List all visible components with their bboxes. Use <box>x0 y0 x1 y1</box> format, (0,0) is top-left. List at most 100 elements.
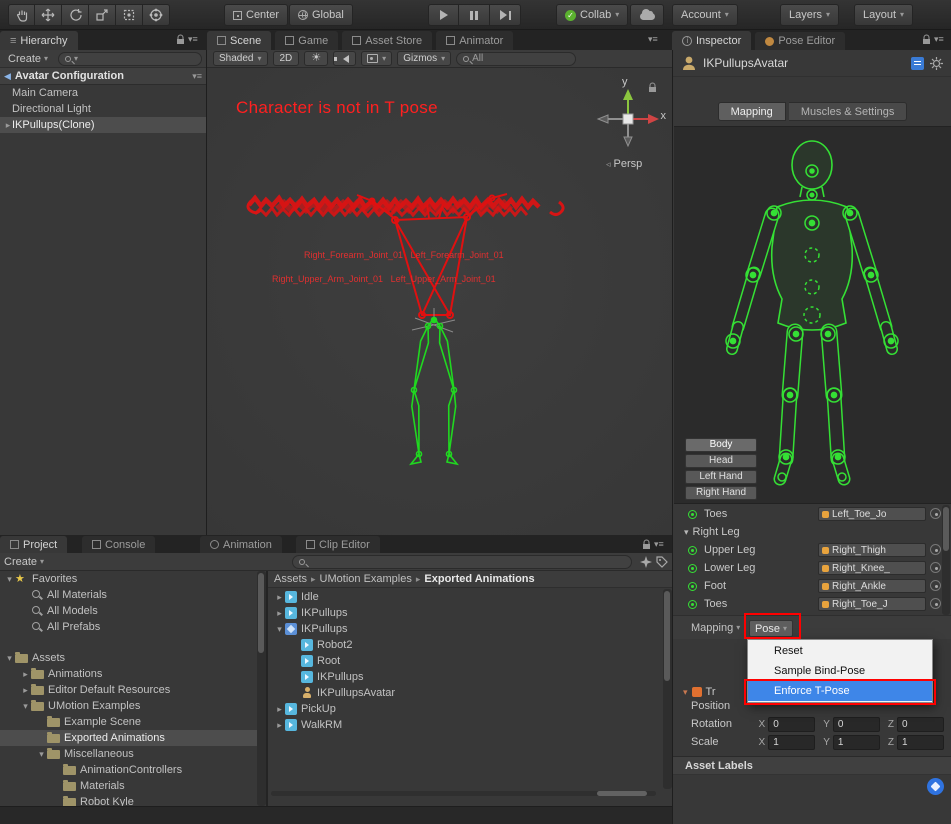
scene-viewport[interactable]: Character is not in T pose Right_Forearm… <box>207 68 672 535</box>
tree-item[interactable]: All Prefabs <box>0 619 257 635</box>
open-asset-icon[interactable] <box>911 57 924 70</box>
x-axis-label[interactable]: x <box>661 110 667 122</box>
move-tool-button[interactable] <box>35 4 62 26</box>
hierarchy-item[interactable]: Main Camera <box>0 85 206 101</box>
search-by-label-icon[interactable] <box>656 556 668 568</box>
cloud-button[interactable] <box>630 4 664 26</box>
tree-item[interactable]: Animations <box>0 666 257 682</box>
tree-item[interactable]: Assets <box>0 650 257 666</box>
bone-object-field[interactable]: Right_Thigh <box>818 543 926 557</box>
pose-dropdown-button[interactable]: Pose ▾ <box>749 620 793 637</box>
file-item[interactable]: IKPullupsAvatar <box>270 685 663 701</box>
expand-arrow-icon[interactable] <box>20 685 31 696</box>
menu-item[interactable]: Enforce T-Pose <box>748 681 932 701</box>
tree-item[interactable]: Favorites <box>0 571 257 587</box>
rotation-z-field[interactable]: 0 <box>897 717 944 732</box>
file-item[interactable]: PickUp <box>270 701 663 717</box>
panel-menu-icon[interactable]: ▾≡ <box>654 539 664 550</box>
expand-arrow-icon[interactable] <box>20 669 31 680</box>
audio-toggle[interactable] <box>333 51 356 66</box>
rotate-tool-button[interactable] <box>62 4 89 26</box>
create-dropdown[interactable]: Create ▾ <box>0 556 48 568</box>
menu-item[interactable]: Sample Bind-Pose <box>748 661 932 681</box>
hierarchy-search-input[interactable]: ▾ <box>58 52 202 66</box>
view-tab[interactable]: Asset Store <box>342 31 432 50</box>
object-picker-icon[interactable] <box>930 562 941 573</box>
avatar-body-map[interactable]: Body Head Left Hand Right Hand <box>674 126 951 504</box>
breadcrumb-root[interactable]: Assets <box>274 573 307 585</box>
play-button[interactable] <box>428 4 459 26</box>
expand-arrow-icon[interactable] <box>36 749 47 760</box>
slider-thumb[interactable] <box>597 791 647 796</box>
file-item[interactable]: IKPullups <box>270 669 663 685</box>
tree-item[interactable]: Example Scene <box>0 714 257 730</box>
expand-arrow-icon[interactable] <box>274 608 285 619</box>
file-item[interactable]: IKPullups <box>270 621 663 637</box>
tab-inspector[interactable]: Inspector <box>672 31 751 50</box>
expand-arrow-icon[interactable] <box>4 574 15 585</box>
gizmos-dropdown[interactable]: Gizmos ▾ <box>397 51 451 66</box>
panel-menu-icon[interactable]: ▾≡ <box>934 34 944 45</box>
layers-dropdown[interactable]: Layers ▾ <box>780 4 839 26</box>
tree-item[interactable]: Editor Default Resources <box>0 682 257 698</box>
rotation-x-field[interactable]: 0 <box>768 717 815 732</box>
project-search-input[interactable] <box>292 555 632 569</box>
file-item[interactable]: WalkRM <box>270 717 663 733</box>
scrollbar-thumb[interactable] <box>664 591 670 681</box>
back-arrow-icon[interactable]: ◀ <box>4 71 11 82</box>
mapping-dropdown[interactable]: Mapping ▾ <box>691 622 740 634</box>
scrollbar-thumb[interactable] <box>943 507 949 551</box>
view-tab[interactable]: Scene <box>207 31 271 50</box>
breadcrumb-leaf[interactable]: Exported Animations <box>424 573 534 585</box>
tab-console[interactable]: Console <box>82 536 155 553</box>
account-dropdown[interactable]: Account ▾ <box>672 4 738 26</box>
lock-icon[interactable] <box>642 539 651 550</box>
layout-dropdown[interactable]: Layout ▾ <box>854 4 913 26</box>
file-item[interactable]: Root <box>270 653 663 669</box>
panel-splitter[interactable] <box>266 571 268 824</box>
panel-menu-icon[interactable]: ▾≡ <box>192 71 202 82</box>
tree-item[interactable]: UMotion Examples <box>0 698 257 714</box>
file-list-scrollbar[interactable] <box>663 589 672 789</box>
hierarchy-item[interactable]: IKPullups(Clone) <box>0 117 206 133</box>
tree-item[interactable]: Exported Animations <box>0 730 257 746</box>
object-picker-icon[interactable] <box>930 508 941 519</box>
tree-item[interactable]: Miscellaneous <box>0 746 257 762</box>
scene-search-input[interactable]: All <box>456 52 576 66</box>
bone-object-field[interactable]: Right_Ankle <box>818 579 926 593</box>
lock-icon[interactable] <box>922 34 931 45</box>
rotation-y-field[interactable]: 0 <box>833 717 880 732</box>
body-part-button[interactable]: Body <box>685 438 757 452</box>
scale-tool-button[interactable] <box>89 4 116 26</box>
panel-menu-icon[interactable]: ▾≡ <box>188 34 198 45</box>
pivot-mode-button[interactable]: Center <box>224 4 288 26</box>
tree-item[interactable]: Robot Kyle <box>0 794 257 806</box>
draw-mode-dropdown[interactable]: Shaded ▾ <box>213 51 268 66</box>
collab-button[interactable]: ✓ Collab ▾ <box>556 4 628 26</box>
body-part-button[interactable]: Right Hand <box>685 486 757 500</box>
bone-list-scrollbar[interactable] <box>942 505 950 615</box>
pivot-rotation-button[interactable]: Global <box>289 4 353 26</box>
tree-item[interactable]: Materials <box>0 778 257 794</box>
expand-arrow-icon[interactable] <box>4 653 15 664</box>
tab-mapping[interactable]: Mapping <box>718 102 786 121</box>
panel-menu-icon[interactable]: ▾≡ <box>648 34 658 45</box>
transform-tool-button[interactable] <box>143 4 170 26</box>
hierarchy-item[interactable]: Directional Light <box>0 101 206 117</box>
object-picker-icon[interactable] <box>930 598 941 609</box>
scale-x-field[interactable]: 1 <box>768 735 815 750</box>
object-picker-icon[interactable] <box>930 580 941 591</box>
tab-muscles-settings[interactable]: Muscles & Settings <box>789 102 908 121</box>
rect-tool-button[interactable] <box>116 4 143 26</box>
tab-pose-editor[interactable]: Pose Editor <box>755 32 845 51</box>
file-item[interactable]: Robot2 <box>270 637 663 653</box>
bone-object-field[interactable]: Right_Knee_ <box>818 561 926 575</box>
scale-z-field[interactable]: 1 <box>897 735 944 750</box>
gear-icon[interactable] <box>930 57 943 70</box>
search-by-type-icon[interactable] <box>640 556 652 568</box>
pause-button[interactable] <box>459 4 490 26</box>
expand-arrow-icon[interactable] <box>274 704 285 715</box>
step-button[interactable] <box>490 4 521 26</box>
bone-object-field[interactable]: Right_Toe_J <box>818 597 926 611</box>
asset-label-tag-icon[interactable] <box>927 778 944 795</box>
